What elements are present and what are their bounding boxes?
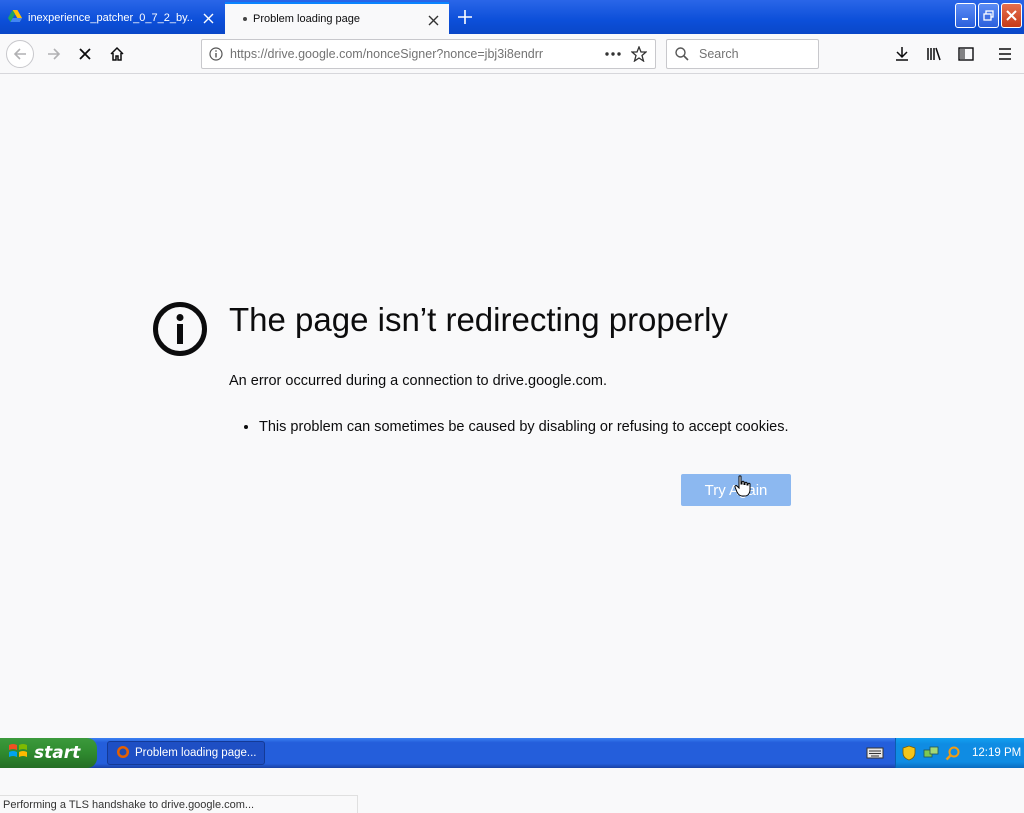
tab-problem-loading[interactable]: Problem loading page xyxy=(225,2,449,34)
search-icon xyxy=(667,40,697,68)
library-button[interactable] xyxy=(920,40,948,68)
sidebar-button[interactable] xyxy=(952,40,980,68)
page-actions-icon[interactable] xyxy=(603,46,623,62)
window-close-button[interactable] xyxy=(1001,3,1022,28)
network-icon[interactable] xyxy=(922,744,940,762)
close-tab-icon[interactable] xyxy=(200,10,216,26)
back-arrow-icon xyxy=(13,48,26,60)
search-tray-icon[interactable] xyxy=(944,744,962,762)
taskbar-item-browser[interactable]: Problem loading page... xyxy=(107,741,265,765)
keyboard-icon[interactable] xyxy=(866,745,884,761)
tab-strip: inexperience_patcher_0_7_2_by... Problem… xyxy=(0,0,1024,34)
tab-drive[interactable]: inexperience_patcher_0_7_2_by... xyxy=(0,2,224,34)
library-icon xyxy=(927,47,941,61)
plus-icon xyxy=(458,10,472,24)
clock[interactable]: 12:19 PM xyxy=(972,747,1021,759)
tab-title: inexperience_patcher_0_7_2_by... xyxy=(28,12,192,24)
downloads-button[interactable] xyxy=(888,40,916,68)
error-suggestions: This problem can sometimes be caused by … xyxy=(229,419,789,435)
loading-dot-icon xyxy=(243,17,247,21)
forward-button[interactable] xyxy=(40,40,68,68)
windows-taskbar: start Problem loading page... 12:19 PM xyxy=(0,738,1024,768)
download-icon xyxy=(896,47,908,61)
restore-icon xyxy=(983,10,994,21)
url-text[interactable]: https://drive.google.com/nonceSigner?non… xyxy=(230,47,570,61)
start-button[interactable]: start xyxy=(0,738,97,768)
url-bar[interactable]: https://drive.google.com/nonceSigner?non… xyxy=(201,39,656,69)
stop-icon xyxy=(79,48,91,60)
error-description: An error occurred during a connection to… xyxy=(229,373,608,389)
error-title: The page isn’t redirecting properly xyxy=(229,301,728,338)
info-icon[interactable] xyxy=(202,40,230,68)
restore-button[interactable] xyxy=(978,3,999,28)
new-tab-button[interactable] xyxy=(453,5,477,29)
taskbar-item-label: Problem loading page... xyxy=(135,747,257,759)
forward-arrow-icon xyxy=(48,48,61,60)
close-tab-icon[interactable] xyxy=(425,12,441,28)
home-button[interactable] xyxy=(103,40,131,68)
sidebar-icon xyxy=(958,47,974,61)
windows-logo-icon xyxy=(8,742,28,765)
system-tray: 12:19 PM xyxy=(895,738,1024,768)
back-button[interactable] xyxy=(6,40,34,68)
hand-cursor-icon xyxy=(734,475,751,497)
menu-button[interactable] xyxy=(991,40,1019,68)
search-input[interactable] xyxy=(697,46,807,62)
minimize-button[interactable] xyxy=(955,3,976,28)
stop-button[interactable] xyxy=(71,40,99,68)
bookmark-star-icon[interactable] xyxy=(629,44,649,64)
firefox-icon xyxy=(116,745,130,762)
hamburger-menu-icon xyxy=(999,48,1011,60)
home-icon xyxy=(110,46,124,61)
google-drive-icon xyxy=(8,10,22,26)
security-shield-icon[interactable] xyxy=(900,744,918,762)
close-icon xyxy=(1006,10,1017,21)
info-circle-icon xyxy=(153,302,207,356)
minimize-icon xyxy=(961,17,968,20)
search-bar[interactable] xyxy=(666,39,819,69)
tab-title: Problem loading page xyxy=(253,13,361,25)
list-item: This problem can sometimes be caused by … xyxy=(259,419,789,435)
error-page: The page isn’t redirecting properly An e… xyxy=(0,75,1024,813)
navigation-toolbar: https://drive.google.com/nonceSigner?non… xyxy=(0,34,1024,74)
status-bar: Performing a TLS handshake to drive.goog… xyxy=(0,795,358,813)
start-label: start xyxy=(34,743,81,763)
